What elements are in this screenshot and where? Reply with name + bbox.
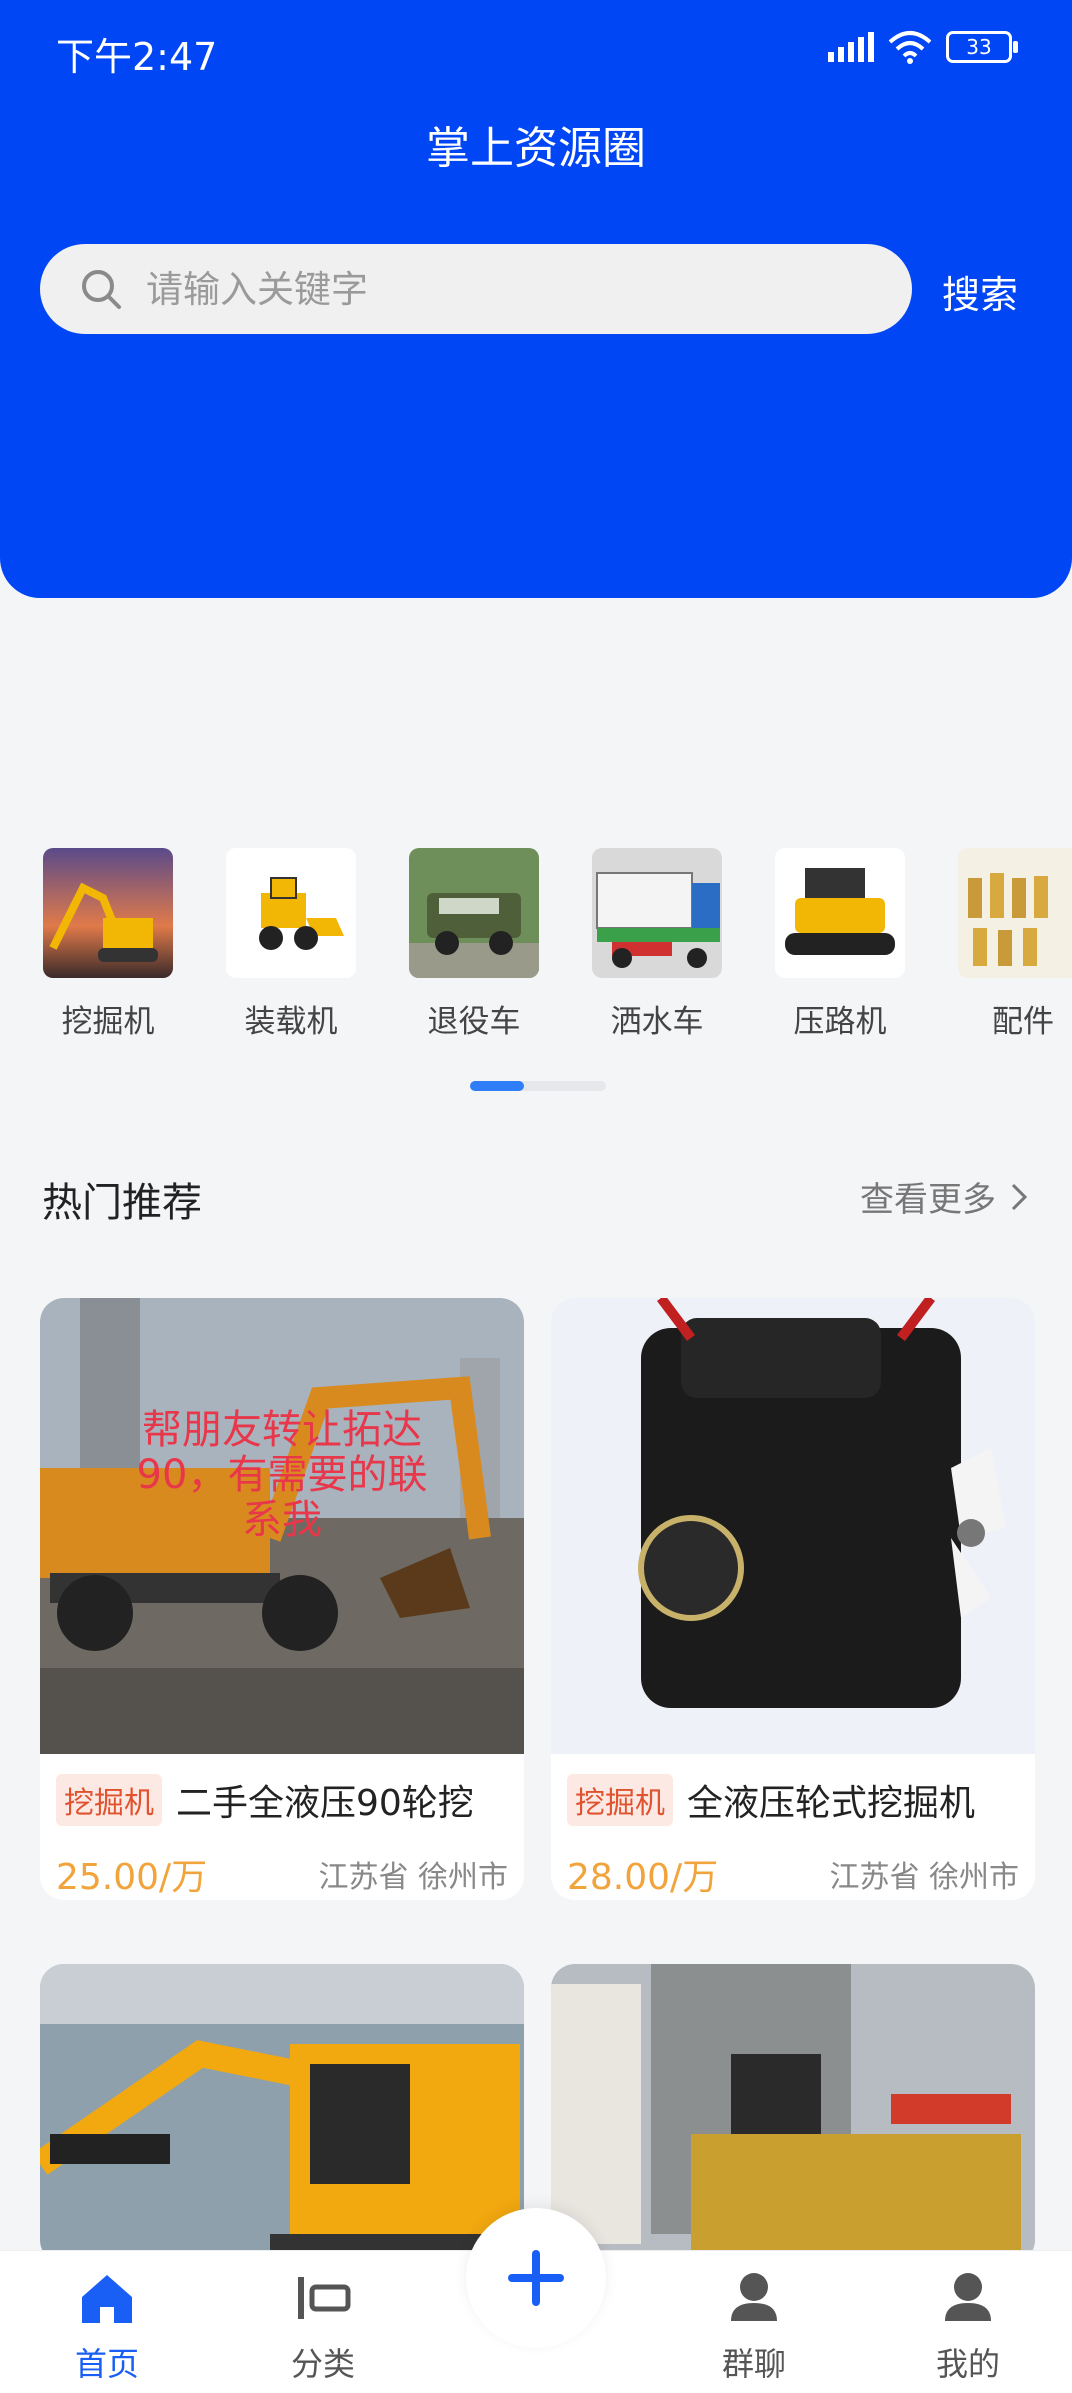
- group-chat-icon: [731, 2273, 777, 2321]
- category-water-truck[interactable]: 洒水车: [592, 848, 722, 1041]
- chevron-right-icon: [1011, 1183, 1028, 1210]
- category-retired-vehicle[interactable]: 退役车: [409, 848, 539, 1041]
- product-title: 二手全液压90轮挖: [176, 1783, 474, 1824]
- retired-vehicle-thumbnail: [409, 848, 539, 978]
- image-caption-line1: 帮朋友转让拓达: [142, 1407, 422, 1453]
- nav-category[interactable]: 分类: [253, 2269, 393, 2385]
- section-title: 热门推荐: [42, 1180, 202, 1226]
- category-parts[interactable]: 配件: [958, 848, 1072, 1041]
- category-label: 压路机: [793, 1004, 887, 1040]
- nav-label: 我的: [935, 2345, 1000, 2383]
- image-caption-line3: 系我: [242, 1497, 322, 1543]
- water-truck-thumbnail: [592, 848, 722, 978]
- page-title: 掌上资源圈: [426, 123, 646, 174]
- nav-group-chat[interactable]: 群聊: [684, 2269, 824, 2385]
- product-price: 25.00/万: [56, 1857, 208, 1898]
- nav-label: 首页: [74, 2345, 139, 2383]
- view-more-label: 查看更多: [860, 1180, 996, 1220]
- nav-home[interactable]: 首页: [37, 2269, 177, 2385]
- product-card[interactable]: [40, 1964, 524, 2264]
- battery-icon: 33: [946, 31, 1018, 63]
- category-icon: [298, 2277, 351, 2319]
- category-excavator[interactable]: 挖掘机: [43, 848, 173, 1041]
- road-roller-thumbnail: [775, 848, 905, 978]
- category-label: 退役车: [427, 1004, 521, 1040]
- search-icon: [82, 270, 121, 309]
- search-bar[interactable]: [40, 244, 912, 334]
- category-loader[interactable]: 装载机: [226, 848, 356, 1041]
- wifi-icon: [888, 31, 932, 64]
- category-tag: 挖掘机: [567, 1774, 673, 1826]
- category-label: 挖掘机: [61, 1004, 155, 1040]
- header-banner: 下午2:47 33 掌上资源圈 搜索: [0, 0, 1072, 598]
- status-time: 下午2:47: [56, 35, 218, 79]
- profile-icon: [945, 2273, 991, 2321]
- nav-profile[interactable]: 我的: [898, 2269, 1038, 2385]
- nav-label: 群聊: [721, 2345, 786, 2383]
- product-title: 全液压轮式挖掘机: [687, 1783, 976, 1824]
- category-strip: 挖掘机 装载机 退役车 洒水车 压路机 配件: [0, 848, 1072, 1048]
- product-image: [551, 1964, 1035, 2264]
- loader-thumbnail: [226, 848, 356, 978]
- plus-icon: [508, 2250, 564, 2306]
- carousel-indicator-active: [470, 1081, 524, 1091]
- category-label: 洒水车: [610, 1004, 704, 1040]
- search-input[interactable]: [144, 266, 848, 312]
- status-icons: 33: [826, 30, 1018, 64]
- product-image: 帮朋友转让拓达 90，有需要的联 系我: [40, 1298, 524, 1754]
- image-caption-line2: 90，有需要的联: [137, 1452, 428, 1498]
- signal-icon: [828, 32, 874, 62]
- category-road-roller[interactable]: 压路机: [775, 848, 905, 1041]
- category-tag: 挖掘机: [56, 1774, 162, 1826]
- product-image: [40, 1964, 524, 2264]
- category-label: 配件: [992, 1004, 1054, 1040]
- publish-button[interactable]: [466, 2208, 606, 2348]
- home-icon: [82, 2275, 132, 2323]
- category-label: 装载机: [244, 1004, 338, 1040]
- carousel-indicator: [470, 1081, 606, 1091]
- product-card[interactable]: [551, 1964, 1035, 2264]
- product-price: 28.00/万: [567, 1857, 719, 1898]
- product-card[interactable]: 挖掘机 全液压轮式挖掘机 28.00/万 江苏省 徐州市: [551, 1298, 1035, 1900]
- product-image: [551, 1298, 1035, 1754]
- search-button[interactable]: 搜索: [942, 264, 1018, 319]
- product-location: 江苏省 徐州市: [829, 1860, 1019, 1895]
- nav-label: 分类: [290, 2345, 355, 2383]
- view-more-link[interactable]: 查看更多: [860, 1172, 1028, 1221]
- parts-thumbnail: [958, 848, 1072, 978]
- product-location: 江苏省 徐州市: [318, 1860, 508, 1895]
- product-card[interactable]: 帮朋友转让拓达 90，有需要的联 系我 挖掘机 二手全液压90轮挖 25.00/…: [40, 1298, 524, 1900]
- excavator-thumbnail: [43, 848, 173, 978]
